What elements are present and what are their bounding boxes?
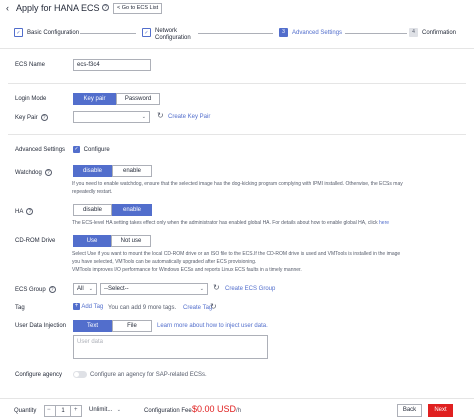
divider [0,48,474,49]
checkbox-check-icon: ✓ [73,146,80,153]
watchdog-disable-button[interactable]: disable [73,165,112,177]
chevron-down-icon: ⌄ [88,286,93,292]
ecs-name-label: ECS Name [15,62,46,68]
title-help-icon[interactable]: ? [102,4,109,11]
user-data-placeholder: User data [77,339,104,345]
cdrom-description: Select Use if you want to mount the loca… [72,251,401,273]
watchdog-label: Watchdog? [15,169,52,176]
ha-label: HA? [15,208,34,215]
login-mode-keypair-button[interactable]: Key pair [73,93,116,105]
unlimited-select[interactable]: Unlimit... ⌄ [86,405,124,417]
tag-hint: You can add 9 more tags. [108,305,177,311]
login-mode-password-button[interactable]: Password [116,93,160,105]
step-connector [80,33,136,34]
ha-here-link[interactable]: here [379,220,389,226]
cdrom-not-use-button[interactable]: Not use [111,235,151,247]
ha-disable-button[interactable]: disable [73,204,112,216]
step-number: 4 [409,28,418,37]
cdrom-label: CD-ROM Drive [15,238,56,244]
tag-label: Tag [15,305,25,311]
login-mode-label: Login Mode [15,96,47,102]
ha-help-icon[interactable]: ? [26,208,34,215]
quantity-decrement-button[interactable]: − [47,407,51,413]
step-confirmation[interactable]: 4 Confirmation [409,28,456,37]
key-pair-refresh-icon[interactable]: ↻ [157,111,164,120]
key-pair-label: Key Pair? [15,114,48,121]
advanced-settings-label: Advanced Settings [15,147,66,153]
ha-description: The ECS-level HA setting takes effect on… [72,220,390,226]
configure-checkbox[interactable]: ✓ Configure [73,146,110,153]
ecs-group-select[interactable]: --Select-- ⌄ [100,283,208,295]
watchdog-description: If you need to enable watchdog, ensure t… [72,181,403,195]
next-button[interactable]: Next [428,404,453,417]
key-pair-help-icon[interactable]: ? [40,114,48,121]
step-connector [345,33,407,34]
divider [8,134,466,135]
page-title: Apply for HANA ECS [16,3,100,13]
step-label-line1: Network [155,28,178,34]
create-ecs-group-link[interactable]: Create ECS Group [225,286,275,292]
check-icon: ✓ [14,28,23,37]
configure-label: Configure [83,147,110,154]
quantity-stepper: − 1 + [44,405,82,417]
configuration-fee-value: $0.00 USD/h [192,404,242,414]
user-data-textarea[interactable]: User data [73,335,268,359]
back-button[interactable]: Back [397,404,422,417]
cdrom-use-button[interactable]: Use [73,235,111,247]
add-tag-button[interactable]: + Add Tag [73,303,103,310]
tag-refresh-icon[interactable]: ↻ [210,302,217,311]
create-key-pair-link[interactable]: Create Key Pair [168,114,210,120]
configuration-fee-label: Configuration Fee [144,408,192,414]
quantity-increment-button[interactable]: + [74,407,78,413]
step-number: 3 [279,28,288,37]
step-label-line2: Configuration [155,35,191,41]
ecs-group-refresh-icon[interactable]: ↻ [213,283,220,292]
check-icon: ✓ [142,28,151,37]
step-connector [198,33,273,34]
key-pair-select[interactable]: ⌄ [73,111,150,123]
divider [8,83,466,84]
step-label: Basic Configuration [27,30,80,37]
header: ‹ Apply for HANA ECS ? < Go to ECS List [0,0,474,18]
steps-bar: ✓ Basic Configuration ✓ Network Configura… [0,26,474,44]
ha-enable-button[interactable]: enable [112,204,152,216]
configure-agency-label: Configure agency [15,372,63,378]
chevron-down-icon: ⌄ [199,286,204,292]
configure-agency-toggle[interactable] [73,371,87,378]
plus-icon: + [73,303,80,310]
user-data-label: User Data Injection [15,323,67,329]
back-icon[interactable]: ‹ [6,3,9,13]
configure-agency-text: Configure an agency for SAP-related ECSs… [90,372,207,378]
step-basic-configuration[interactable]: ✓ Basic Configuration [14,28,79,37]
learn-user-data-link[interactable]: Learn more about how to inject user data… [157,323,268,329]
footer: Quantity − 1 + Unlimit... ⌄ Configuration… [0,398,474,420]
step-network-configuration[interactable]: ✓ Network Configuration [142,26,191,41]
watchdog-help-icon[interactable]: ? [44,169,52,176]
step-label: Advanced Settings [292,30,343,37]
ecs-name-input[interactable]: ecs-f3c4 [73,59,151,71]
ecs-group-help-icon[interactable]: ? [48,286,56,293]
chevron-down-icon: ⌄ [116,407,121,413]
create-tag-link[interactable]: Create Tag [183,305,212,311]
user-data-text-button[interactable]: Text [73,320,112,332]
chevron-down-icon: ⌄ [141,114,146,120]
step-advanced-settings[interactable]: 3 Advanced Settings [279,28,342,37]
step-label: Confirmation [422,30,457,37]
ecs-group-label: ECS Group? [15,286,56,293]
watchdog-enable-button[interactable]: enable [112,165,152,177]
user-data-file-button[interactable]: File [112,320,152,332]
quantity-input[interactable]: 1 [55,406,71,416]
quantity-label: Quantity [14,408,37,414]
ecs-group-filter-select[interactable]: All ⌄ [73,283,97,295]
goto-ecs-list-button[interactable]: < Go to ECS List [113,3,163,14]
